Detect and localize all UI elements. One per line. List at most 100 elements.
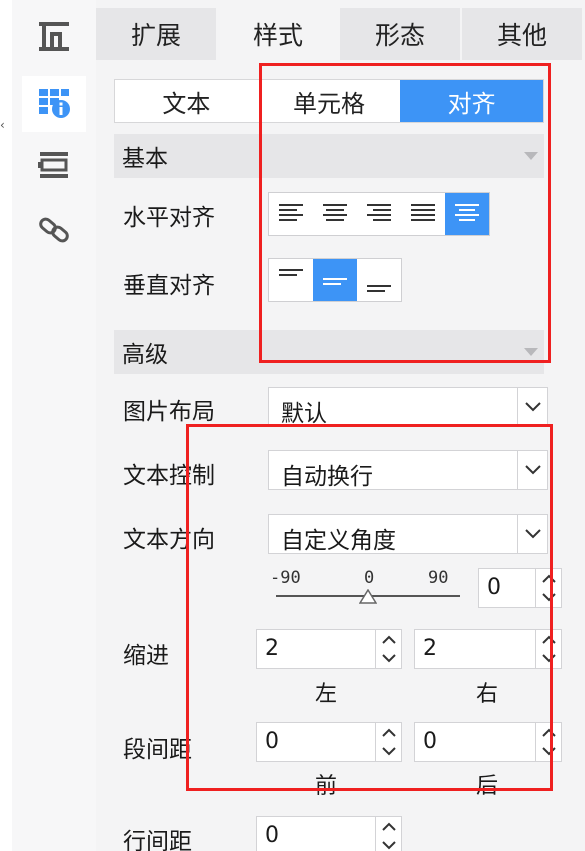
tab-style[interactable]: 样式 xyxy=(218,8,340,60)
chevron-up-icon[interactable] xyxy=(541,635,556,644)
valign-top-button[interactable] xyxy=(269,259,313,301)
indent-left-value: 2 xyxy=(265,636,279,661)
image-layout-value: 默认 xyxy=(281,401,327,427)
slider-min-tick: -90 xyxy=(270,568,301,588)
valign-bottom-icon xyxy=(367,285,391,292)
chevron-down-icon[interactable] xyxy=(541,654,556,663)
para-after-caption: 后 xyxy=(476,774,499,799)
property-panel: 扩展 样式 形态 其他 文本 单元格 对齐 基本 水平对齐 垂直对齐 高级 图片… xyxy=(96,0,585,851)
stepper-buttons[interactable] xyxy=(535,723,561,761)
para-after-value: 0 xyxy=(423,729,437,754)
align-justify-button[interactable] xyxy=(401,193,445,235)
para-spacing-label: 段间距 xyxy=(123,737,192,763)
slider-thumb[interactable] xyxy=(359,589,377,605)
section-advanced-header[interactable]: 高级 xyxy=(114,330,544,374)
align-left-button[interactable] xyxy=(269,193,313,235)
chevron-down-icon[interactable] xyxy=(517,388,547,426)
chevron-down-icon[interactable] xyxy=(381,841,396,850)
text-direction-select[interactable]: 自定义角度 xyxy=(268,514,548,554)
chevron-up-icon[interactable] xyxy=(541,574,556,583)
style-subtabs: 文本 单元格 对齐 xyxy=(114,79,544,123)
align-distributed-button[interactable] xyxy=(445,193,489,235)
v-align-group xyxy=(268,258,402,302)
indent-label: 缩进 xyxy=(123,643,169,669)
section-advanced-title: 高级 xyxy=(122,342,168,368)
collapse-caret-icon xyxy=(524,152,538,160)
chevron-down-icon[interactable] xyxy=(541,593,556,602)
align-distributed-icon xyxy=(455,204,479,221)
para-before-caption: 前 xyxy=(315,774,338,799)
chevron-up-icon[interactable] xyxy=(381,635,396,644)
valign-middle-button[interactable] xyxy=(313,259,357,301)
text-control-value: 自动换行 xyxy=(281,464,373,490)
v-align-label: 垂直对齐 xyxy=(123,273,215,299)
icon-sidebar xyxy=(12,0,96,851)
link-icon xyxy=(36,212,72,252)
slider-mid-tick: 0 xyxy=(364,568,375,588)
para-after-stepper[interactable]: 0 xyxy=(414,722,562,762)
cell-info-icon xyxy=(36,84,72,124)
layout-icon xyxy=(36,18,72,58)
chevron-down-icon[interactable] xyxy=(517,515,547,553)
stepper-buttons[interactable] xyxy=(375,630,401,668)
subtab-cell[interactable]: 单元格 xyxy=(257,80,401,122)
rotation-slider[interactable]: -90 0 90 xyxy=(268,568,468,608)
subtab-align[interactable]: 对齐 xyxy=(400,80,544,122)
line-spacing-stepper[interactable]: 0 xyxy=(256,816,402,851)
text-control-label: 文本控制 xyxy=(123,463,215,489)
line-spacing-label: 行间距 xyxy=(123,829,192,851)
h-align-group xyxy=(268,192,490,236)
sidebar-item-layout[interactable] xyxy=(22,10,86,66)
sidebar-item-widget[interactable] xyxy=(22,140,86,196)
chevron-up-icon[interactable] xyxy=(541,728,556,737)
image-layout-label: 图片布局 xyxy=(123,399,215,425)
align-justify-icon xyxy=(411,204,435,221)
collapse-caret-icon xyxy=(524,348,538,356)
widget-icon xyxy=(36,148,72,188)
text-direction-value: 自定义角度 xyxy=(281,528,396,554)
chevron-up-icon[interactable] xyxy=(381,728,396,737)
adjacent-panel-edge: ‹ xyxy=(0,0,12,851)
section-basic-title: 基本 xyxy=(122,146,168,172)
valign-bottom-button[interactable] xyxy=(357,259,401,301)
align-right-button[interactable] xyxy=(357,193,401,235)
line-spacing-value: 0 xyxy=(265,823,279,848)
indent-right-value: 2 xyxy=(423,636,437,661)
indent-left-stepper[interactable]: 2 xyxy=(256,629,402,669)
subtab-text[interactable]: 文本 xyxy=(115,80,258,122)
tab-extension[interactable]: 扩展 xyxy=(96,8,218,60)
indent-right-stepper[interactable]: 2 xyxy=(414,629,562,669)
para-before-value: 0 xyxy=(265,729,279,754)
indent-left-caption: 左 xyxy=(315,682,338,707)
chevron-down-icon[interactable] xyxy=(381,747,396,756)
sidebar-item-hyperlink[interactable] xyxy=(22,204,86,260)
tab-form[interactable]: 形态 xyxy=(340,8,462,60)
collapse-marker-icon: ‹ xyxy=(0,118,5,132)
tab-bar: 扩展 样式 形态 其他 xyxy=(96,8,585,60)
image-layout-select[interactable]: 默认 xyxy=(268,387,548,427)
text-direction-label: 文本方向 xyxy=(123,527,215,553)
chevron-up-icon[interactable] xyxy=(381,822,396,831)
tab-other[interactable]: 其他 xyxy=(462,8,584,60)
align-left-icon xyxy=(279,204,303,221)
sidebar-item-cell-attributes[interactable] xyxy=(22,76,86,132)
align-center-icon xyxy=(323,204,347,221)
stepper-buttons[interactable] xyxy=(375,723,401,761)
rotation-angle-value: 0 xyxy=(487,575,501,600)
para-before-stepper[interactable]: 0 xyxy=(256,722,402,762)
indent-right-caption: 右 xyxy=(476,682,499,707)
valign-middle-icon xyxy=(323,278,347,285)
stepper-buttons[interactable] xyxy=(375,817,401,851)
section-basic-header[interactable]: 基本 xyxy=(114,134,544,178)
chevron-down-icon[interactable] xyxy=(517,451,547,489)
chevron-down-icon[interactable] xyxy=(381,654,396,663)
slider-max-tick: 90 xyxy=(428,568,449,588)
align-center-button[interactable] xyxy=(313,193,357,235)
stepper-buttons[interactable] xyxy=(535,630,561,668)
stepper-buttons[interactable] xyxy=(535,569,561,607)
chevron-down-icon[interactable] xyxy=(541,747,556,756)
h-align-label: 水平对齐 xyxy=(123,205,215,231)
text-control-select[interactable]: 自动换行 xyxy=(268,450,548,490)
align-right-icon xyxy=(367,204,391,221)
rotation-angle-stepper[interactable]: 0 xyxy=(478,568,562,608)
